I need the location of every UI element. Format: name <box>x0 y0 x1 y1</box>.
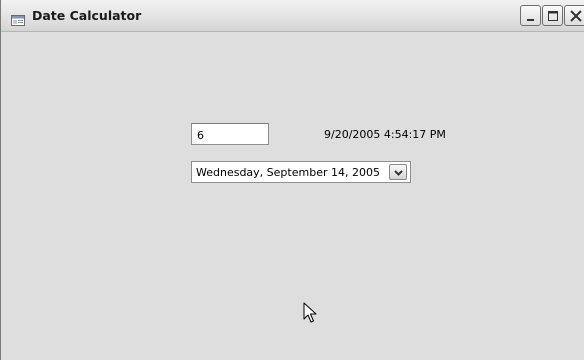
date-picker-dropdown-button[interactable] <box>389 164 407 180</box>
close-button[interactable] <box>564 5 584 26</box>
maximize-button[interactable] <box>542 5 563 26</box>
result-datetime-label: 9/20/2005 4:54:17 PM <box>324 128 446 141</box>
date-picker-value: Wednesday, September 14, 2005 <box>196 166 380 179</box>
maximize-icon <box>548 11 558 21</box>
app-window-icon <box>11 11 25 26</box>
date-picker[interactable]: Wednesday, September 14, 2005 <box>191 161 411 183</box>
title-bar[interactable]: Date Calculator <box>1 0 584 32</box>
minimize-icon <box>527 19 534 21</box>
mouse-pointer-icon <box>303 302 317 324</box>
days-input[interactable] <box>191 123 269 145</box>
date-calculator-window: Date Calculator 9/20/2005 4:54:17 PM Wed… <box>0 0 584 360</box>
form-client-area: 9/20/2005 4:54:17 PM Wednesday, Septembe… <box>1 32 584 360</box>
chevron-down-icon <box>394 170 403 176</box>
minimize-button[interactable] <box>520 5 541 26</box>
window-title: Date Calculator <box>32 8 142 23</box>
close-icon <box>570 10 582 22</box>
